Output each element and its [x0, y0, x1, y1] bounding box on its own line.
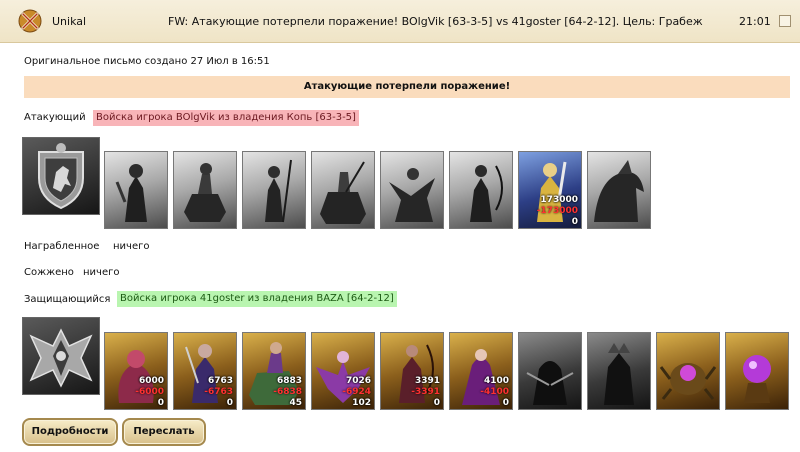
loot-label: Награбленное — [24, 241, 100, 252]
unit-loss: -6838 — [273, 387, 302, 397]
unit-loss: -6763 — [204, 387, 233, 397]
swordsman-unit-icon[interactable]: 173000 -173000 0 — [518, 151, 582, 229]
unit-left: 0 — [226, 398, 233, 408]
harpy-unit-icon[interactable]: 7026 -6924 102 — [311, 332, 375, 410]
unit-left: 0 — [157, 398, 164, 408]
unit-count: 6763 — [207, 376, 233, 386]
message-header[interactable]: Unikal FW: Атакующие потерпели поражение… — [0, 0, 800, 43]
lion-shield-icon — [22, 137, 100, 215]
message-subject: FW: Атакующие потерпели поражение! BOlgV… — [168, 15, 703, 28]
unit-left: 0 — [433, 398, 440, 408]
original-created-date: Оригинальное письмо создано 27 Июл в 16:… — [24, 56, 270, 67]
barbarian-rider-unit-icon[interactable] — [173, 151, 237, 229]
magic-orb-icon[interactable] — [725, 332, 789, 410]
loot-value: ничего — [113, 241, 150, 252]
dark-knight-unit-icon[interactable] — [587, 332, 651, 410]
unit-count: 4100 — [483, 376, 509, 386]
unit-loss: -6000 — [135, 387, 164, 397]
unit-left: 102 — [352, 398, 371, 408]
burned-value: ничего — [83, 267, 120, 278]
unit-count: 7026 — [345, 376, 371, 386]
assassin-unit-icon[interactable] — [518, 332, 582, 410]
burned-label: Сожжено — [24, 267, 74, 278]
dark-archer-unit-icon[interactable]: 3391 -3391 0 — [380, 332, 444, 410]
bat-wing-shield-icon — [22, 317, 100, 395]
crossed-swords-icon — [18, 9, 42, 33]
unit-count: 173000 — [540, 195, 578, 205]
attacker-army-tag: Войска игрока BOlgVik из владения Копь [… — [93, 110, 359, 126]
imp-unit-icon[interactable]: 6000 -6000 0 — [104, 332, 168, 410]
select-checkbox[interactable] — [779, 15, 791, 27]
forward-button[interactable]: Переслать — [122, 418, 206, 446]
unit-left: 0 — [502, 398, 509, 408]
ranger-unit-icon[interactable] — [104, 151, 168, 229]
dragon-unit-icon[interactable] — [587, 151, 651, 229]
unit-loss: -3391 — [411, 387, 440, 397]
details-button[interactable]: Подробности — [22, 418, 118, 446]
message-time: 21:01 — [739, 15, 771, 28]
unit-left: 0 — [571, 217, 578, 227]
unit-loss: -173000 — [536, 206, 578, 216]
dark-elf-unit-icon[interactable]: 6763 -6763 0 — [173, 332, 237, 410]
battle-result-banner: Атакующие потерпели поражение! — [24, 76, 790, 98]
unit-count: 6000 — [138, 376, 164, 386]
attacker-label: Атакующий — [24, 112, 86, 123]
unit-loss: -6924 — [342, 387, 371, 397]
unit-count: 6883 — [276, 376, 302, 386]
knight-unit-icon[interactable] — [311, 151, 375, 229]
spearman-unit-icon[interactable] — [242, 151, 306, 229]
archer-unit-icon[interactable] — [449, 151, 513, 229]
defender-army-tag: Войска игрока 41goster из владения BAZA … — [117, 291, 397, 307]
sorceress-unit-icon[interactable]: 4100 -4100 0 — [449, 332, 513, 410]
pegasus-unit-icon[interactable] — [380, 151, 444, 229]
lizard-rider-unit-icon[interactable]: 6883 -6838 45 — [242, 332, 306, 410]
unit-left: 45 — [289, 398, 302, 408]
defender-label: Защищающийся — [24, 294, 111, 305]
spider-idol-icon[interactable] — [656, 332, 720, 410]
unit-count: 3391 — [414, 376, 440, 386]
unit-loss: -4100 — [480, 387, 509, 397]
sender-name: Unikal — [52, 15, 87, 28]
